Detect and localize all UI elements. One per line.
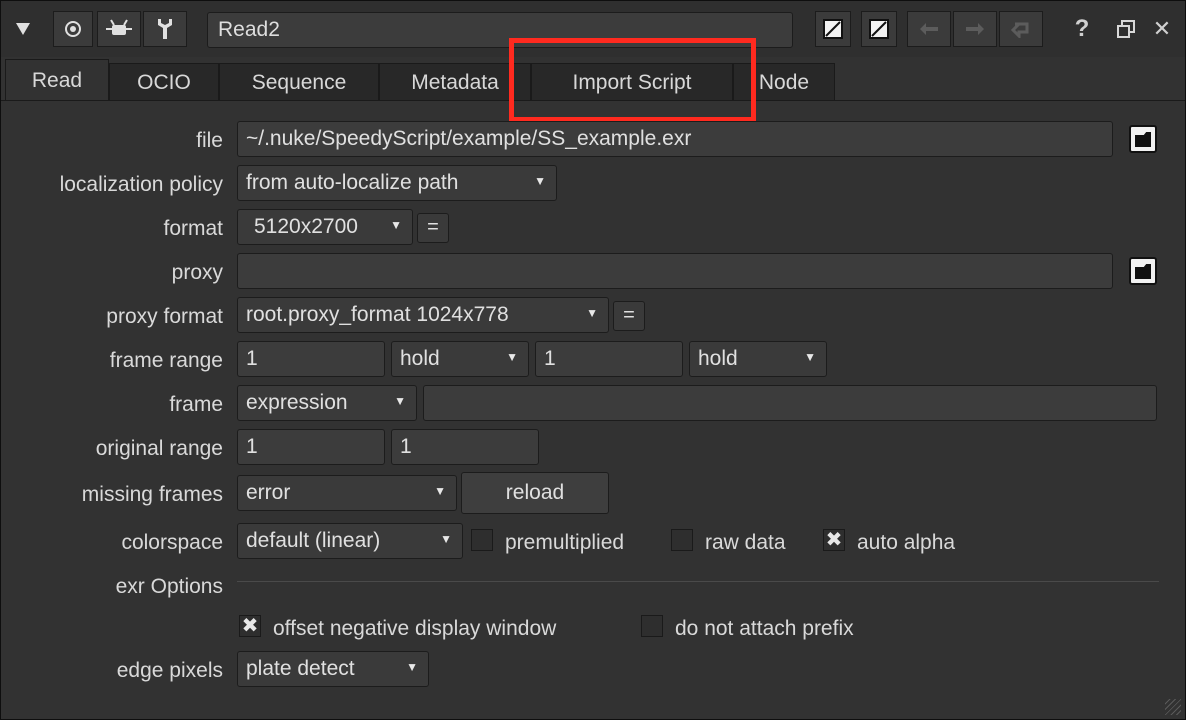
folder-browse-icon[interactable] xyxy=(1129,125,1157,153)
proxy-format-eq-button[interactable]: = xyxy=(613,301,645,331)
edge-pixels-label: edge pixels xyxy=(116,659,223,682)
frame-range-label: frame range xyxy=(109,349,223,372)
colorspace-value: default (linear) xyxy=(246,529,381,552)
chevron-down-icon: ▼ xyxy=(434,484,446,498)
frame-range-first-input[interactable]: 1 xyxy=(237,341,385,377)
redo-icon[interactable] xyxy=(953,11,997,47)
missing-frames-dropdown[interactable]: error ▼ xyxy=(237,475,457,511)
properties-panel: Read2 ? ✕ Read OCIO Sequence Metadata Im… xyxy=(0,0,1186,720)
colorspace-label: colorspace xyxy=(121,531,223,554)
frame-range-last-input[interactable]: 1 xyxy=(535,341,683,377)
wrench-icon[interactable] xyxy=(143,11,187,47)
circle-target-icon[interactable] xyxy=(53,11,93,47)
after-dropdown[interactable]: hold ▼ xyxy=(689,341,827,377)
chevron-down-icon: ▼ xyxy=(804,350,816,364)
close-icon[interactable]: ✕ xyxy=(1147,11,1177,47)
proxy-format-value: root.proxy_format 1024x778 xyxy=(246,303,509,326)
folder-browse-icon[interactable] xyxy=(1129,257,1157,285)
float-icon[interactable] xyxy=(1111,11,1141,47)
tab-read[interactable]: Read xyxy=(5,59,109,101)
frame-mode-dropdown[interactable]: expression ▼ xyxy=(237,385,417,421)
exr-options-divider xyxy=(237,581,1159,582)
auto-alpha-label: auto alpha xyxy=(857,531,956,554)
offset-negative-display-window-label: offset negative display window xyxy=(273,617,557,640)
tab-bar: Read OCIO Sequence Metadata Import Scrip… xyxy=(1,57,1185,101)
missing-frames-value: error xyxy=(246,481,291,504)
before-dropdown[interactable]: hold ▼ xyxy=(391,341,529,377)
localization-policy-label: localization policy xyxy=(59,173,223,196)
format-value: 5120x2700 xyxy=(254,215,358,238)
frame-label: frame xyxy=(169,393,223,416)
chevron-down-icon: ▼ xyxy=(506,350,518,364)
proxy-label: proxy xyxy=(171,261,223,284)
mask-icon-1[interactable] xyxy=(815,11,851,47)
revert-icon[interactable] xyxy=(999,11,1043,47)
after-value: hold xyxy=(698,347,738,370)
chevron-down-icon: ▼ xyxy=(394,394,406,408)
format-dropdown[interactable]: 5120x2700 ▼ xyxy=(237,209,413,245)
original-range-first-input[interactable]: 1 xyxy=(237,429,385,465)
reload-button[interactable]: reload xyxy=(461,472,609,514)
format-label: format xyxy=(163,217,223,240)
format-eq-button[interactable]: = xyxy=(417,213,449,243)
before-value: hold xyxy=(400,347,440,370)
collapse-arrow-icon[interactable] xyxy=(5,11,41,47)
chevron-down-icon: ▼ xyxy=(390,218,402,232)
help-icon[interactable]: ? xyxy=(1065,11,1099,47)
raw-data-label: raw data xyxy=(705,531,786,554)
edge-pixels-dropdown[interactable]: plate detect ▼ xyxy=(237,651,429,687)
frame-mode-value: expression xyxy=(246,391,348,414)
tab-divider xyxy=(1,100,1185,101)
chevron-down-icon: ▼ xyxy=(586,306,598,320)
original-range-label: original range xyxy=(95,437,223,460)
frame-expression-input[interactable] xyxy=(423,385,1157,421)
localization-policy-value: from auto-localize path xyxy=(246,171,459,194)
tab-import-script[interactable]: Import Script xyxy=(531,63,733,101)
premultiplied-label: premultiplied xyxy=(505,531,625,554)
original-range-last-input[interactable]: 1 xyxy=(391,429,539,465)
chevron-down-icon: ▼ xyxy=(534,174,546,188)
file-label: file xyxy=(196,129,223,152)
edge-pixels-value: plate detect xyxy=(246,657,355,680)
missing-frames-label: missing frames xyxy=(81,483,223,506)
bug-icon[interactable] xyxy=(97,11,141,47)
colorspace-dropdown[interactable]: default (linear) ▼ xyxy=(237,523,463,559)
node-name-input[interactable]: Read2 xyxy=(207,12,793,48)
tab-node[interactable]: Node xyxy=(733,63,835,101)
mask-icon-2[interactable] xyxy=(861,11,897,47)
proxy-input[interactable] xyxy=(237,253,1113,289)
premultiplied-checkbox[interactable] xyxy=(471,529,493,551)
undo-icon[interactable] xyxy=(907,11,951,47)
do-not-attach-prefix-checkbox[interactable] xyxy=(641,615,663,637)
raw-data-checkbox[interactable] xyxy=(671,529,693,551)
tab-ocio[interactable]: OCIO xyxy=(109,63,219,101)
offset-negative-display-window-checkbox[interactable]: ✖ xyxy=(239,615,261,637)
proxy-format-dropdown[interactable]: root.proxy_format 1024x778 ▼ xyxy=(237,297,609,333)
file-input[interactable]: ~/.nuke/SpeedyScript/example/SS_example.… xyxy=(237,121,1113,157)
resize-grip[interactable] xyxy=(1165,699,1181,715)
auto-alpha-checkbox[interactable]: ✖ xyxy=(823,529,845,551)
panel-toolbar: Read2 ? ✕ xyxy=(1,1,1185,57)
do-not-attach-prefix-label: do not attach prefix xyxy=(675,617,854,640)
tab-sequence[interactable]: Sequence xyxy=(219,63,379,101)
proxy-format-label: proxy format xyxy=(106,305,223,328)
exr-options-label: exr Options xyxy=(115,575,223,598)
localization-policy-dropdown[interactable]: from auto-localize path ▼ xyxy=(237,165,557,201)
tab-metadata[interactable]: Metadata xyxy=(379,63,531,101)
chevron-down-icon: ▼ xyxy=(440,532,452,546)
chevron-down-icon: ▼ xyxy=(406,660,418,674)
